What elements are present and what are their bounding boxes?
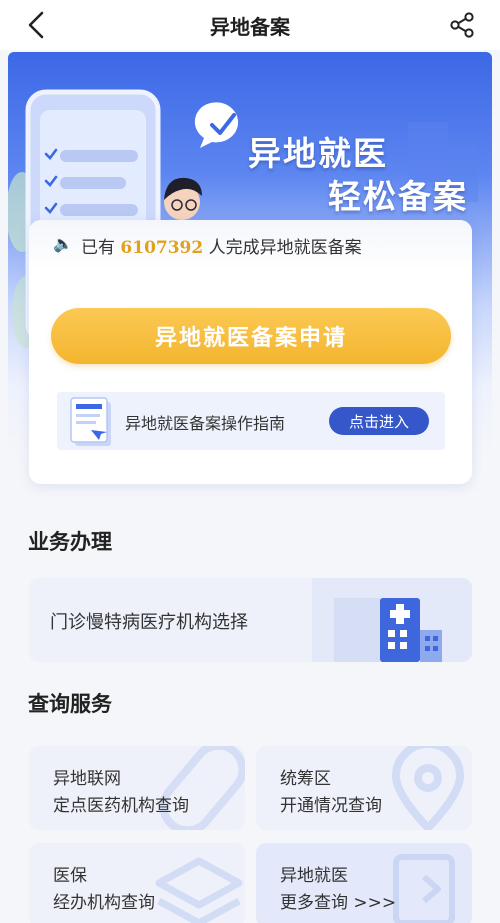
document-icon	[70, 397, 111, 446]
guide-banner[interactable]: 异地就医备案操作指南 点击进入	[57, 392, 445, 450]
business-item-label: 门诊慢特病医疗机构选择	[50, 612, 248, 633]
query-item-line1: 医保	[53, 866, 87, 886]
query-item-line2: 定点医药机构查询	[53, 796, 189, 816]
query-section-title: 查询服务	[28, 692, 112, 716]
apply-button[interactable]: 异地就医备案申请	[51, 308, 451, 364]
query-item-more[interactable]: 异地就医 更多查询 >>>	[256, 843, 472, 923]
apply-card: 🔈 已有 6107392 人完成异地就医备案 异地就医备案申请 异地就医备案操作…	[29, 220, 472, 484]
slogan-line-1: 异地就医	[248, 134, 388, 173]
guide-enter-button[interactable]: 点击进入	[329, 407, 429, 435]
notice-suffix: 人完成异地就医备案	[208, 238, 362, 258]
query-item-line1: 异地就医	[280, 866, 348, 886]
business-section-title: 业务办理	[28, 530, 112, 554]
query-item-designated-institutions[interactable]: 异地联网 定点医药机构查询	[29, 746, 245, 830]
notice-text: 已有 6107392 人完成异地就医备案	[81, 233, 362, 258]
query-item-region-status[interactable]: 统筹区 开通情况查询	[256, 746, 472, 830]
query-item-line1: 统筹区	[280, 769, 331, 789]
slogan-line-2: 轻松备案	[328, 177, 468, 216]
top-bar: 异地备案	[0, 0, 500, 50]
business-item-clinic-select[interactable]: 门诊慢特病医疗机构选择	[29, 578, 472, 662]
query-item-line2: 更多查询 >>>	[280, 893, 397, 913]
query-item-agencies[interactable]: 医保 经办机构查询	[29, 843, 245, 923]
notice-prefix: 已有	[81, 238, 115, 258]
query-item-line2: 经办机构查询	[53, 893, 155, 913]
query-item-line2: 开通情况查询	[280, 796, 382, 816]
query-item-line1: 异地联网	[53, 769, 121, 789]
hospital-icon	[312, 578, 472, 662]
page-title: 异地备案	[210, 15, 290, 39]
speaker-icon: 🔈	[53, 234, 73, 253]
guide-label: 异地就医备案操作指南	[125, 414, 286, 433]
notice-count: 6107392	[120, 238, 204, 258]
notice-bar: 🔈 已有 6107392 人完成异地就医备案	[29, 220, 472, 270]
share-icon[interactable]	[448, 11, 476, 39]
